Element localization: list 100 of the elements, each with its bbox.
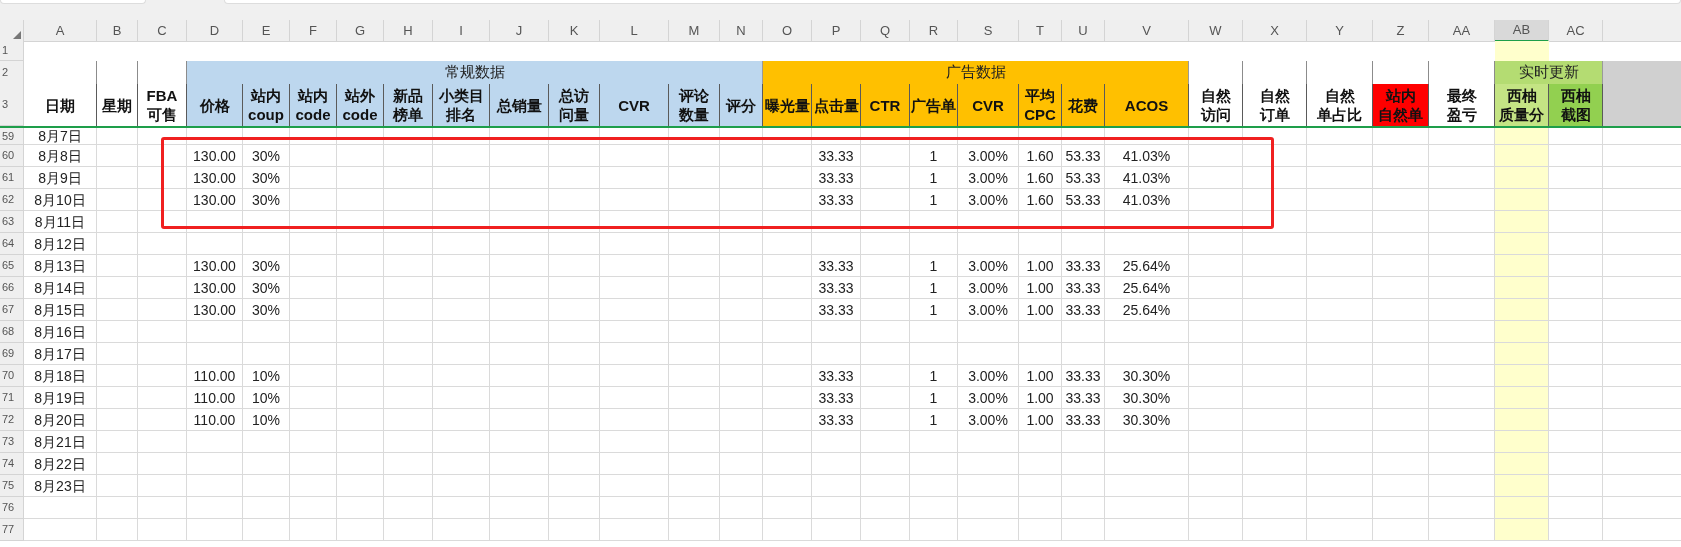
table-cell: 8月18日: [24, 365, 97, 387]
table-cell: 25.64%: [1105, 255, 1189, 277]
column-title: 平均CPC: [1019, 84, 1062, 126]
row-header[interactable]: 61: [0, 167, 24, 189]
column-header[interactable]: K: [549, 20, 600, 42]
row-header[interactable]: 2: [0, 61, 24, 85]
row-header[interactable]: 59: [0, 128, 24, 145]
row-header[interactable]: 73: [0, 431, 24, 453]
table-cell: 53.33: [1062, 167, 1105, 189]
table-cell: 8月13日: [24, 255, 97, 277]
table-cell: 30%: [243, 167, 290, 189]
table-cell: 1: [910, 167, 958, 189]
column-header[interactable]: U: [1062, 20, 1105, 42]
column-title: 总销量: [490, 84, 549, 126]
row-header[interactable]: 74: [0, 453, 24, 475]
column-header[interactable]: O: [763, 20, 812, 42]
column-header[interactable]: S: [958, 20, 1019, 42]
table-cell: 25.64%: [1105, 299, 1189, 321]
table-cell: 8月22日: [24, 453, 97, 475]
column-header[interactable]: A: [24, 20, 97, 42]
column-header[interactable]: I: [433, 20, 490, 42]
table-cell: 10%: [243, 387, 290, 409]
column-header[interactable]: H: [384, 20, 433, 42]
table-cell: 130.00: [187, 145, 243, 167]
row-header[interactable]: 68: [0, 321, 24, 343]
column-header[interactable]: AB: [1495, 20, 1549, 42]
table-cell: 1.00: [1019, 387, 1062, 409]
table-cell: 130.00: [187, 255, 243, 277]
table-cell: 8月21日: [24, 431, 97, 453]
table-cell: 8月16日: [24, 321, 97, 343]
table-cell: 3.00%: [958, 387, 1019, 409]
table-cell: 30.30%: [1105, 409, 1189, 431]
table-cell: 8月8日: [24, 145, 97, 167]
table-cell: 110.00: [187, 387, 243, 409]
column-header[interactable]: J: [490, 20, 549, 42]
table-cell: 130.00: [187, 167, 243, 189]
column-header[interactable]: W: [1189, 20, 1243, 42]
column-title: 西柚质量分: [1495, 84, 1549, 126]
column-title: 花费: [1062, 84, 1105, 126]
column-header[interactable]: B: [97, 20, 138, 42]
column-header[interactable]: Y: [1307, 20, 1373, 42]
table-cell: 33.33: [812, 277, 861, 299]
row-header[interactable]: 77: [0, 519, 24, 541]
row-header[interactable]: 66: [0, 277, 24, 299]
row-header[interactable]: 1: [0, 41, 24, 61]
column-header[interactable]: M: [669, 20, 720, 42]
column-header[interactable]: N: [720, 20, 763, 42]
table-cell: 1: [910, 145, 958, 167]
table-cell: 130.00: [187, 299, 243, 321]
row-header[interactable]: 67: [0, 299, 24, 321]
column-title: CTR: [861, 84, 910, 126]
column-title: 评论数量: [669, 84, 720, 126]
table-cell: 33.33: [812, 145, 861, 167]
row-header[interactable]: 75: [0, 475, 24, 497]
row-header[interactable]: 60: [0, 145, 24, 167]
column-title: 总访问量: [549, 84, 600, 126]
column-header[interactable]: F: [290, 20, 337, 42]
row-header[interactable]: 70: [0, 365, 24, 387]
table-cell: 8月7日: [24, 128, 97, 145]
column-header[interactable]: X: [1243, 20, 1307, 42]
column-title: 站内coup: [243, 84, 290, 126]
table-cell: 1: [910, 277, 958, 299]
column-title: 价格: [187, 84, 243, 126]
column-header[interactable]: R: [910, 20, 958, 42]
table-cell: 1.00: [1019, 365, 1062, 387]
column-title: 自然单占比: [1307, 84, 1373, 126]
table-cell: 1.60: [1019, 189, 1062, 211]
row-header[interactable]: 69: [0, 343, 24, 365]
column-header[interactable]: Z: [1373, 20, 1429, 42]
table-cell: 33.33: [1062, 409, 1105, 431]
select-all-icon[interactable]: [13, 30, 21, 39]
column-header[interactable]: E: [243, 20, 290, 42]
table-cell: 8月14日: [24, 277, 97, 299]
table-cell: 30%: [243, 189, 290, 211]
row-header[interactable]: 3: [0, 84, 24, 126]
column-header[interactable]: D: [187, 20, 243, 42]
row-header[interactable]: 65: [0, 255, 24, 277]
table-cell: 1.00: [1019, 409, 1062, 431]
table-cell: 53.33: [1062, 145, 1105, 167]
row-header[interactable]: 71: [0, 387, 24, 409]
column-header[interactable]: P: [812, 20, 861, 42]
row-header[interactable]: 63: [0, 211, 24, 233]
group-header: 实时更新: [1495, 61, 1603, 85]
column-header[interactable]: V: [1105, 20, 1189, 42]
column-header[interactable]: C: [138, 20, 187, 42]
column-header[interactable]: AC: [1549, 20, 1603, 42]
table-cell: 8月17日: [24, 343, 97, 365]
row-header[interactable]: 76: [0, 497, 24, 519]
column-header[interactable]: G: [337, 20, 384, 42]
column-header[interactable]: L: [600, 20, 669, 42]
row-header[interactable]: 64: [0, 233, 24, 255]
row-header[interactable]: 62: [0, 189, 24, 211]
table-cell: 3.00%: [958, 189, 1019, 211]
table-cell: 10%: [243, 409, 290, 431]
row-header[interactable]: 72: [0, 409, 24, 431]
column-header[interactable]: Q: [861, 20, 910, 42]
table-cell: 33.33: [812, 299, 861, 321]
table-cell: 3.00%: [958, 277, 1019, 299]
column-header[interactable]: T: [1019, 20, 1062, 42]
table-cell: 1: [910, 299, 958, 321]
